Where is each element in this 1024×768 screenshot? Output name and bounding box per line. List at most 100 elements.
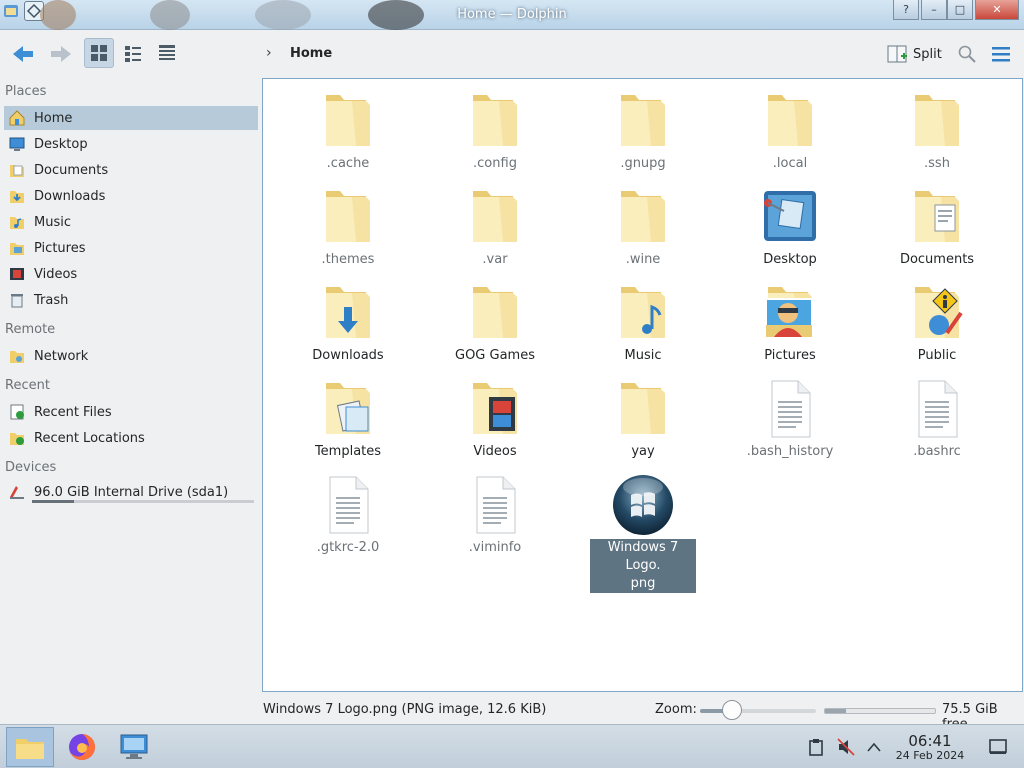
clipboard-icon [809, 739, 823, 756]
status-info: Windows 7 Logo.png (PNG image, 12.6 KiB) [263, 702, 547, 717]
folder-item[interactable]: GOG Games [435, 281, 555, 365]
folder-item[interactable]: .config [435, 89, 555, 173]
folder-item[interactable]: Music [583, 281, 703, 365]
status-bar: Windows 7 Logo.png (PNG image, 12.6 KiB)… [0, 698, 1024, 732]
videos-folder-icon [463, 377, 527, 441]
minimize-button[interactable]: – [921, 0, 947, 20]
file-name-label: Music [624, 348, 662, 363]
folder-folder-icon [463, 281, 527, 345]
sidebar-item-label: Recent Locations [34, 430, 145, 446]
zoom-slider-track[interactable] [700, 709, 816, 713]
folder-item[interactable]: yay [583, 377, 703, 461]
sidebar-item-desktop[interactable]: Desktop [4, 132, 258, 156]
file-name-label: .viminfo [468, 540, 522, 555]
folder-icon [16, 739, 44, 759]
folder-item[interactable]: .wine [583, 185, 703, 269]
taskbar-firefox[interactable] [58, 727, 106, 767]
file-item[interactable]: .gtkrc-2.0 [288, 473, 408, 557]
sidebar-item-pictures[interactable]: Pictures [4, 236, 258, 260]
folder-folder-icon [611, 89, 675, 153]
title-bar[interactable]: Home — Dolphin ? – □ ✕ [0, 0, 1024, 30]
file-name-label: .gnupg [620, 156, 666, 171]
videos-icon [8, 265, 26, 283]
folder-item[interactable]: .gnupg [583, 89, 703, 173]
sidebar-item-downloads[interactable]: Downloads [4, 184, 258, 208]
file-name-label: yay [631, 444, 655, 459]
documents-folder-icon [905, 185, 969, 249]
folder-item[interactable]: .var [435, 185, 555, 269]
recent-locations-icon [8, 429, 26, 447]
folder-item[interactable]: .themes [288, 185, 408, 269]
file-item[interactable]: .bashrc [877, 377, 997, 461]
folder-item[interactable]: Templates [288, 377, 408, 461]
home-icon [8, 109, 26, 127]
file-item[interactable]: .viminfo [435, 473, 555, 557]
icons-view-icon [91, 45, 107, 61]
folder-item[interactable]: .local [730, 89, 850, 173]
icons-view-button[interactable] [84, 38, 114, 68]
show-desktop-button[interactable] [988, 737, 1008, 757]
split-icon [887, 45, 907, 63]
file-name-label: .gtkrc-2.0 [316, 540, 380, 555]
documents-icon [8, 161, 26, 179]
file-name-label: Videos [473, 444, 517, 459]
taskbar-system-settings[interactable] [110, 727, 158, 767]
music-folder-icon [611, 281, 675, 345]
file-view[interactable]: .cache .config .gnupg .local .ssh .themes .var… [262, 78, 1023, 692]
zoom-slider-handle[interactable] [722, 700, 743, 720]
split-label: Split [913, 46, 942, 62]
volume-tray[interactable] [836, 737, 856, 757]
taskbar-dolphin[interactable] [6, 727, 54, 767]
folder-item[interactable]: .cache [288, 89, 408, 173]
split-button[interactable]: Split [887, 42, 942, 66]
image-file-icon [611, 473, 675, 537]
file-name-label: .ssh [924, 156, 950, 171]
hamburger-menu-button[interactable] [988, 42, 1014, 66]
close-button[interactable]: ✕ [975, 0, 1019, 20]
window-title: Home — Dolphin [457, 7, 567, 22]
folder-item[interactable]: .ssh [877, 89, 997, 173]
clock-date: 24 Feb 2024 [895, 749, 965, 762]
sidebar-item-recent-files[interactable]: Recent Files [4, 400, 258, 424]
breadcrumb-home[interactable]: Home [290, 46, 332, 61]
sidebar-item-videos[interactable]: Videos [4, 262, 258, 286]
folder-item[interactable]: Downloads [288, 281, 408, 365]
sidebar-item-trash[interactable]: Trash [4, 288, 258, 312]
help-button[interactable]: ? [893, 0, 919, 20]
folder-item[interactable]: Videos [435, 377, 555, 461]
file-name-label: Pictures [764, 348, 816, 363]
details-view-button[interactable] [152, 38, 182, 68]
tray-expand[interactable] [864, 737, 884, 757]
folder-folder-icon [463, 185, 527, 249]
downloads-folder-icon [316, 281, 380, 345]
trash-icon [8, 291, 26, 309]
file-name-label: .cache [326, 156, 370, 171]
sidebar-item-home[interactable]: Home [4, 106, 258, 130]
file-name-label: .bash_history [746, 444, 834, 459]
music-icon [8, 213, 26, 231]
recent-files-icon [8, 403, 26, 421]
file-name-label: Public [917, 348, 957, 363]
sidebar-item-music[interactable]: Music [4, 210, 258, 234]
show-desktop-icon [989, 739, 1007, 754]
sidebar-item-documents[interactable]: Documents [4, 158, 258, 182]
back-button[interactable] [8, 40, 40, 68]
forward-button[interactable] [44, 40, 76, 68]
search-button[interactable] [954, 42, 980, 66]
folder-item[interactable]: Desktop [730, 185, 850, 269]
clipboard-tray[interactable] [806, 737, 826, 757]
file-item[interactable]: .bash_history [730, 377, 850, 461]
maximize-button[interactable]: □ [947, 0, 973, 20]
clock[interactable]: 06:41 24 Feb 2024 [890, 733, 970, 763]
folder-item[interactable]: Pictures [730, 281, 850, 365]
file-item[interactable]: Windows 7 Logo. png [583, 473, 703, 593]
desktop-folder-icon [758, 185, 822, 249]
folder-folder-icon [905, 89, 969, 153]
sidebar-item-network[interactable]: Network [4, 344, 258, 368]
folder-item[interactable]: Public [877, 281, 997, 365]
file-name-label: Desktop [763, 252, 817, 267]
folder-item[interactable]: Documents [877, 185, 997, 269]
folder-folder-icon [611, 377, 675, 441]
sidebar-item-recent-locations[interactable]: Recent Locations [4, 426, 258, 450]
compact-view-button[interactable] [118, 38, 148, 68]
